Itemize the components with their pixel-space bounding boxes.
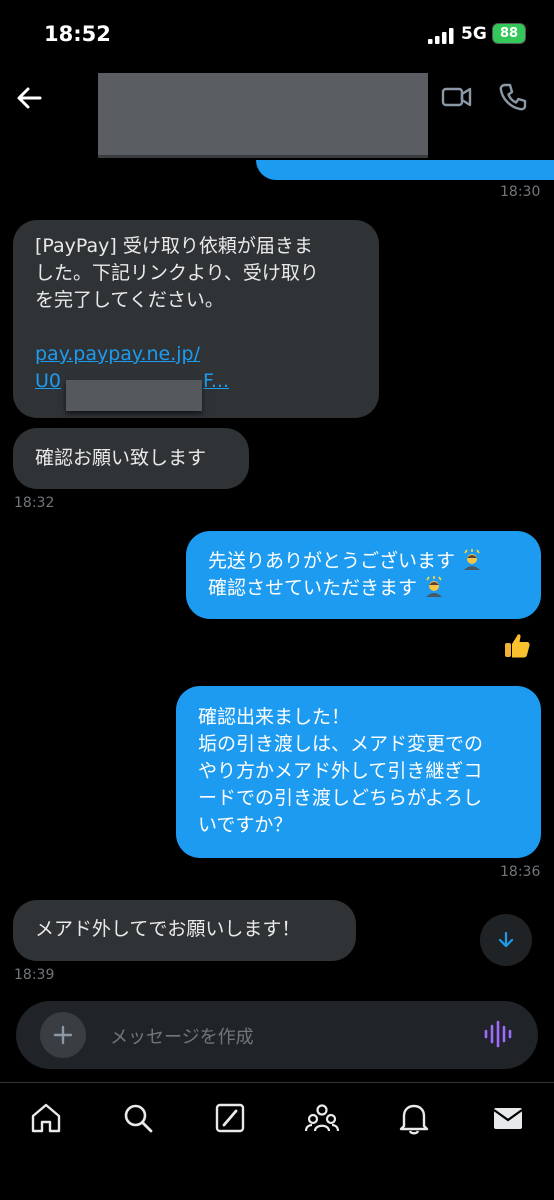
grok-icon[interactable] [212,1100,248,1136]
message-input[interactable]: メッセージを作成 [110,1023,254,1049]
divider [0,1082,554,1083]
arrow-left-icon[interactable] [10,78,50,118]
notifications-icon[interactable] [396,1100,432,1136]
battery-indicator: 88 [492,23,526,44]
message-text: メアド外してでお願いします！ [35,918,301,940]
video-call-icon[interactable] [440,80,474,114]
voice-message-icon[interactable] [482,1018,514,1050]
received-message-bubble: メアド外してでお願いします！ [13,900,356,961]
add-attachment-button[interactable] [40,1012,86,1058]
message-composer[interactable] [16,1001,538,1069]
message-text: した。下記リンクより、受け取り [35,262,319,284]
received-message-bubble: 確認お願い致します [13,428,249,489]
signal-icon [428,28,454,44]
scroll-to-bottom-button[interactable] [480,914,532,966]
redacted-link-segment [66,380,202,411]
redacted-contact-name [98,73,428,158]
paypay-link[interactable]: pay.paypay.ne.jp/ [35,341,357,368]
plus-icon [53,1025,73,1045]
message-text: 確認させていただきます [208,577,418,599]
timestamp: 18:39 [14,967,55,983]
previous-sent-bubble [256,160,554,180]
home-icon[interactable] [28,1100,64,1136]
arrow-down-icon [498,931,514,948]
phone-icon[interactable] [496,80,530,114]
timestamp: 18:32 [14,495,55,511]
message-text: 先送りありがとうございます [208,550,456,572]
thumbs-up-icon[interactable] [502,630,532,660]
message-text: ードでの引き渡しどちらがよろし [198,787,483,809]
message-text: を完了してください。 [35,289,224,311]
message-text: 垢の引き渡しは、メアド変更での [198,733,484,755]
bowing-person-icon [426,576,443,597]
timestamp: 18:36 [500,864,541,880]
paypay-link-start[interactable]: U0 [35,370,61,392]
search-icon[interactable] [120,1100,156,1136]
message-text: いですか？ [198,814,293,836]
timestamp: 18:30 [500,184,541,200]
sent-message-bubble: 先送りありがとうございます 確認させていただきます [186,531,541,619]
communities-icon[interactable] [304,1100,340,1136]
message-text: 確認出来ました！ [198,706,351,728]
network-label: 5G [461,24,487,44]
messages-icon[interactable] [490,1100,526,1136]
bowing-person-icon [464,549,481,570]
status-time: 18:52 [44,22,111,46]
message-text: [PayPay] 受け取り依頼が届きま [35,235,313,257]
message-text: やり方かメアド外して引き継ぎコ [198,760,483,782]
sent-message-bubble: 確認出来ました！ 垢の引き渡しは、メアド変更での やり方かメアド外して引き継ぎコ… [176,686,541,858]
message-text: 確認お願い致します [35,447,207,469]
paypay-link-end[interactable]: F... [203,368,229,395]
